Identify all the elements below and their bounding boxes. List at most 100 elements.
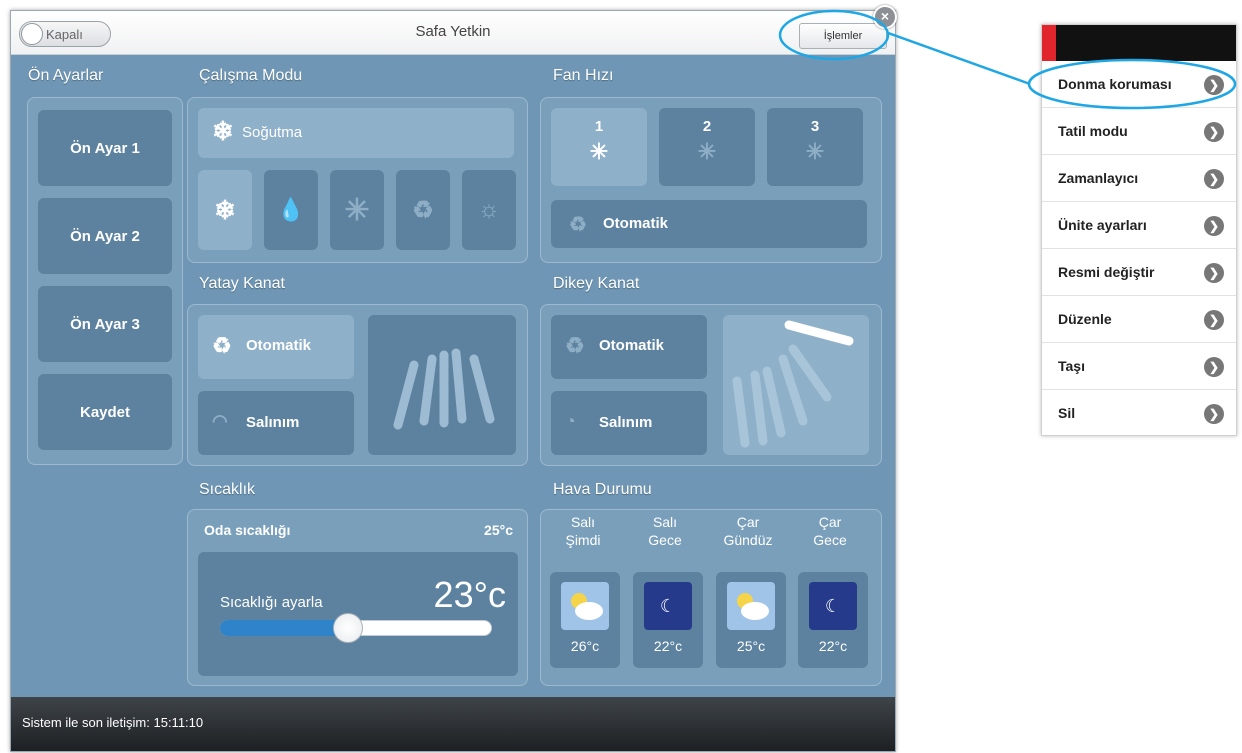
status-footer: Sistem ile son iletişim: 15:11:10 [11,697,895,751]
menu-item-label: Sil [1058,405,1076,421]
chevron-right-icon: ❯ [1204,75,1224,95]
fan-speed-3-button[interactable]: 3 ✳ [767,108,863,186]
weather-time: Şimdi [565,532,601,548]
vertical-swing-label: Salınım [599,414,653,431]
mode-fan-button[interactable]: ✳ [330,170,384,250]
horizontal-vane-visual [368,315,516,455]
menu-item-label: Zamanlayıcı [1058,170,1139,186]
weather-card-2: 25°c [716,572,786,668]
auto-icon: ♻ [412,196,434,224]
mode-heat-button[interactable]: ☼ [462,170,516,250]
chevron-right-icon: ❯ [1204,310,1224,330]
weather-day: Çar [818,514,842,530]
weather-day: Salı [570,514,596,530]
menu-item-label: Donma koruması [1058,76,1172,92]
menu-item-holiday-mode[interactable]: Tatil modu ❯ [1042,108,1236,155]
fan-speed-2-button[interactable]: 2 ✳ [659,108,755,186]
preset-1-button[interactable]: Ön Ayar 1 [38,110,172,186]
room-temperature-label: Oda sıcaklığı [204,522,291,538]
weather-col-3: Çar Gece [798,513,862,549]
mode-box: ❄ Soğutma ❄ 💧 ✳ ♻ ☼ [187,97,528,263]
mode-title: Çalışma Modu [199,67,303,84]
weather-card-3: ☾ 22°c [798,572,868,668]
temperature-box: Oda sıcaklığı 25°c Sıcaklığı ayarla 23°c [187,509,528,686]
menu-item-timer[interactable]: Zamanlayıcı ❯ [1042,155,1236,202]
horizontal-vane-title: Yatay Kanat [199,275,285,292]
auto-icon: ♻ [565,333,585,358]
snowflake-icon: ❄ [212,116,234,146]
last-contact-text: Sistem ile son iletişim: 15:11:10 [22,715,204,730]
preset-3-button[interactable]: Ön Ayar 3 [38,286,172,362]
fan-auto-label: Otomatik [603,215,669,232]
menu-item-unit-settings[interactable]: Ünite ayarları ❯ [1042,202,1236,249]
horizontal-auto-button[interactable]: ♻ Otomatik [198,315,354,379]
menu-item-freeze-protection[interactable]: Donma koruması ❯ [1042,61,1236,108]
weather-time: Gece [648,532,682,548]
weather-temp: 26°c [570,638,600,654]
sun-icon: ☼ [478,196,500,223]
menu-item-label: Düzenle [1058,311,1112,327]
menu-item-delete[interactable]: Sil ❯ [1042,390,1236,437]
fan-speed-3-label: 3 [810,118,820,135]
fan-speed-1-label: 1 [594,118,604,135]
weather-card-1: ☾ 22°c [633,572,703,668]
set-temperature-label: Sıcaklığı ayarla [220,594,323,611]
horizontal-swing-label: Salınım [246,414,300,431]
title-bar: Kapalı Safa Yetkin İşlemler [11,11,895,55]
menu-header [1042,25,1236,61]
weather-day: Salı [652,514,678,530]
fan-auto-button[interactable]: ♻ Otomatik [551,200,867,248]
menu-item-label: Tatil modu [1058,123,1128,139]
menu-item-label: Taşı [1058,358,1085,374]
mode-dry-button[interactable]: 💧 [264,170,318,250]
fan-icon: ✳ [697,139,717,164]
save-button[interactable]: Kaydet [38,374,172,450]
presets-box: Ön Ayar 1 Ön Ayar 2 Ön Ayar 3 Kaydet [27,97,183,465]
auto-icon: ♻ [569,214,587,236]
sun-cloud-icon [727,582,775,630]
mode-auto-button[interactable]: ♻ [396,170,450,250]
swing-icon: ◠ [212,411,228,431]
weather-temp: 25°c [736,638,766,654]
horizontal-swing-button[interactable]: ◠ Salınım [198,391,354,455]
callout-connector [887,31,1031,86]
menu-item-edit[interactable]: Düzenle ❯ [1042,296,1236,343]
menu-item-label: Ünite ayarları [1058,217,1147,233]
vertical-auto-button[interactable]: ♻ Otomatik [551,315,707,379]
horizontal-vane-icon [393,348,495,430]
preset-2-button[interactable]: Ön Ayar 2 [38,198,172,274]
menu-item-change-image[interactable]: Resmi değiştir ❯ [1042,249,1236,296]
fan-box: 1 ✳ 2 ✳ 3 ✳ ♻ Otomatik [540,97,882,263]
temperature-slider-handle[interactable] [332,613,363,643]
vertical-vane-visual [723,315,869,455]
swing-icon: ◔ [565,411,576,431]
vertical-vane-icon [732,320,854,448]
vertical-swing-button[interactable]: ◔ Salınım [551,391,707,455]
chevron-right-icon: ❯ [1204,169,1224,189]
moon-icon: ☾ [809,582,857,630]
weather-col-1: Salı Gece [633,513,697,549]
weather-day: Çar [736,514,760,530]
drop-icon: 💧 [277,197,305,222]
moon-icon: ☾ [644,582,692,630]
menu-item-move[interactable]: Taşı ❯ [1042,343,1236,390]
chevron-right-icon: ❯ [1204,404,1224,424]
horizontal-auto-label: Otomatik [246,337,312,354]
mode-cool-button[interactable]: ❄ [198,170,252,250]
mode-selected[interactable]: ❄ Soğutma [198,108,514,158]
vertical-vane-title: Dikey Kanat [553,275,640,292]
weather-temp: 22°c [653,638,683,654]
operations-menu: Donma koruması ❯ Tatil modu ❯ Zamanlayıcı ❯… [1041,24,1237,436]
vertical-auto-label: Otomatik [599,337,665,354]
weather-title: Hava Durumu [553,481,652,498]
weather-card-0: 26°c [550,572,620,668]
set-temperature-panel: Sıcaklığı ayarla 23°c [198,552,518,676]
close-icon[interactable]: × [873,5,897,29]
fan-speed-1-button[interactable]: 1 ✳ [551,108,647,186]
snowflake-icon: ❄ [214,194,236,225]
operations-button[interactable]: İşlemler [799,23,887,49]
chevron-right-icon: ❯ [1204,216,1224,236]
presets-title: Ön Ayarlar [28,67,104,84]
mode-selected-label: Soğutma [242,124,303,141]
weather-temp: 22°c [818,638,848,654]
